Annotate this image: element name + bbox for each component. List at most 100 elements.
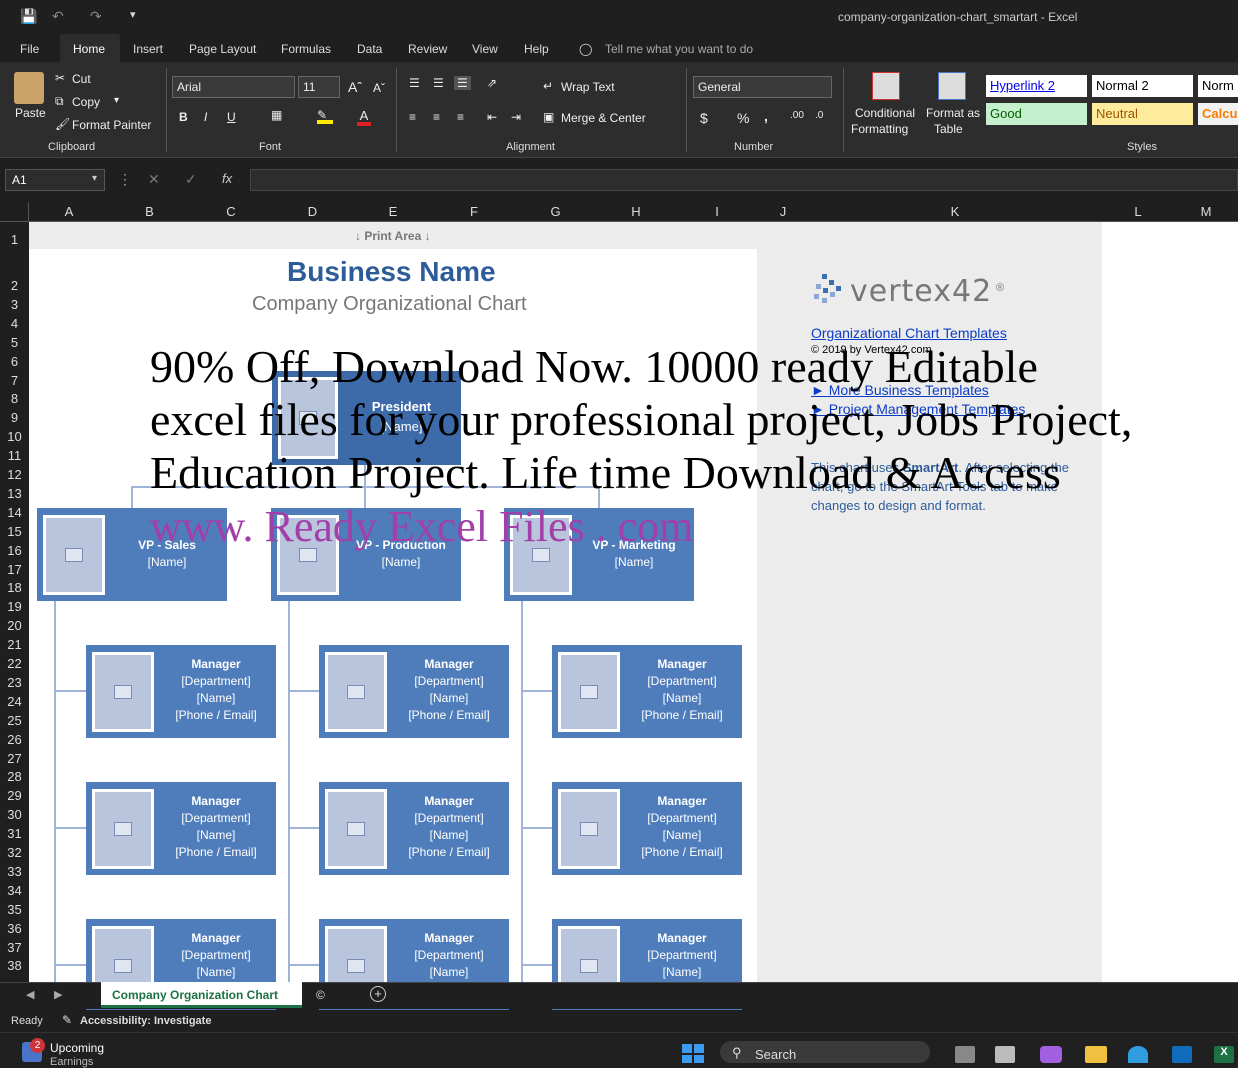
- row-header[interactable]: 17: [0, 562, 29, 577]
- org-chart-templates-link[interactable]: Organizational Chart Templates: [811, 325, 1007, 341]
- edge-icon[interactable]: [1128, 1046, 1148, 1063]
- row-header[interactable]: 34: [0, 883, 29, 898]
- row-header[interactable]: 35: [0, 902, 29, 917]
- accessibility-status[interactable]: Accessibility: Investigate: [80, 1015, 211, 1027]
- tab-file[interactable]: File: [20, 42, 39, 56]
- scroll-left-icon[interactable]: ◀: [26, 988, 34, 1001]
- calculator-icon[interactable]: [995, 1046, 1015, 1063]
- align-right-icon[interactable]: ≡: [457, 110, 464, 124]
- tab-help[interactable]: Help: [524, 42, 549, 56]
- row-header[interactable]: 19: [0, 599, 29, 614]
- conditional-formatting-label[interactable]: Conditional: [855, 106, 915, 120]
- taskbar-search[interactable]: [720, 1041, 930, 1063]
- increase-decimal-icon[interactable]: .00: [790, 110, 804, 121]
- decrease-decimal-icon[interactable]: .0: [815, 110, 823, 121]
- font-size-select[interactable]: 11: [298, 76, 340, 98]
- copilot-icon[interactable]: [1040, 1046, 1062, 1063]
- row-header[interactable]: 13: [0, 486, 29, 501]
- tab-insert[interactable]: Insert: [133, 42, 163, 56]
- row-header[interactable]: 27: [0, 751, 29, 766]
- scroll-right-icon[interactable]: ▶: [54, 988, 62, 1001]
- row-header[interactable]: 38: [0, 958, 29, 973]
- tab-page-layout[interactable]: Page Layout: [189, 42, 256, 56]
- row-header[interactable]: 37: [0, 940, 29, 955]
- cut-icon[interactable]: ✂: [55, 71, 65, 85]
- col-header-m[interactable]: M: [1174, 204, 1238, 219]
- style-calculation[interactable]: Calcu: [1198, 103, 1238, 125]
- save-icon[interactable]: 💾: [20, 8, 37, 25]
- widget-title[interactable]: Upcoming: [50, 1041, 104, 1055]
- tab-formulas[interactable]: Formulas: [281, 42, 331, 56]
- row-header[interactable]: 30: [0, 807, 29, 822]
- borders-icon[interactable]: ▦: [271, 108, 282, 122]
- col-header-k[interactable]: K: [808, 204, 1102, 219]
- customize-qat-icon[interactable]: ▾: [130, 8, 136, 21]
- format-as-table-label[interactable]: Format as: [926, 106, 980, 120]
- row-header[interactable]: 25: [0, 713, 29, 728]
- paste-icon[interactable]: [14, 72, 44, 104]
- cut-button[interactable]: Cut: [72, 72, 91, 86]
- style-neutral[interactable]: Neutral: [1092, 103, 1193, 125]
- decrease-indent-icon[interactable]: ⇤: [487, 110, 497, 124]
- business-name[interactable]: Business Name: [287, 256, 496, 288]
- sheet-tab-copyright[interactable]: ©: [316, 988, 325, 1002]
- row-header[interactable]: 20: [0, 618, 29, 633]
- font-color-icon[interactable]: A: [357, 108, 371, 126]
- row-header[interactable]: 31: [0, 826, 29, 841]
- accessibility-icon[interactable]: ✎: [62, 1013, 72, 1027]
- align-center-icon[interactable]: ≡: [433, 110, 440, 124]
- orientation-icon[interactable]: ⇗: [487, 76, 497, 90]
- manager-box[interactable]: Manager [Department] [Name] [Phone / Email]: [319, 645, 509, 738]
- font-name-select[interactable]: Arial: [172, 76, 295, 98]
- row-header[interactable]: 10: [0, 429, 29, 444]
- col-header-c[interactable]: C: [190, 204, 272, 219]
- merge-center-button[interactable]: Merge & Center: [561, 111, 646, 125]
- row-header[interactable]: 16: [0, 543, 29, 558]
- add-sheet-icon[interactable]: +: [370, 986, 386, 1002]
- manager-box[interactable]: Manager [Department] [Name] [Phone / Email]: [552, 782, 742, 875]
- bold-icon[interactable]: B: [179, 110, 188, 124]
- manager-box[interactable]: Manager [Department] [Name] [Phone / Email]: [552, 645, 742, 738]
- undo-icon[interactable]: ↶: [52, 8, 64, 25]
- format-painter-button[interactable]: Format Painter: [72, 118, 151, 132]
- tab-view[interactable]: View: [472, 42, 498, 56]
- row-header[interactable]: 21: [0, 637, 29, 652]
- align-top-icon[interactable]: ☰: [409, 76, 420, 90]
- currency-button[interactable]: $: [700, 110, 708, 126]
- name-box[interactable]: A1: [5, 169, 105, 191]
- decrease-font-icon[interactable]: Aˇ: [373, 81, 385, 95]
- row-header[interactable]: 24: [0, 694, 29, 709]
- outlook-icon[interactable]: [1172, 1046, 1192, 1063]
- copy-dropdown-icon[interactable]: ▾: [114, 95, 119, 106]
- row-header[interactable]: 8: [0, 391, 29, 406]
- row-header[interactable]: 14: [0, 505, 29, 520]
- tell-me-search[interactable]: Tell me what you want to do: [605, 42, 753, 56]
- merge-icon[interactable]: ▣: [543, 110, 554, 124]
- manager-box[interactable]: Manager [Department] [Name] [Phone / Email]: [319, 782, 509, 875]
- manager-box[interactable]: Manager [Department] [Name] [Phone / Email]: [86, 645, 276, 738]
- tab-data[interactable]: Data: [357, 42, 382, 56]
- row-header[interactable]: 11: [0, 448, 29, 463]
- align-bottom-icon[interactable]: ☰: [454, 76, 471, 90]
- sheet-tab-company-organization-chart[interactable]: Company Organization Chart: [112, 988, 278, 1002]
- tab-review[interactable]: Review: [408, 42, 447, 56]
- col-header-e[interactable]: E: [353, 204, 433, 219]
- manager-box[interactable]: Manager [Department] [Name] [Phone / Email]: [86, 782, 276, 875]
- copy-button[interactable]: Copy: [72, 95, 100, 109]
- row-header[interactable]: 3: [0, 297, 29, 312]
- increase-font-icon[interactable]: Aˆ: [348, 79, 362, 95]
- redo-icon[interactable]: ↷: [90, 8, 102, 25]
- insert-function-icon[interactable]: fx: [222, 171, 232, 186]
- style-normal-2[interactable]: Normal 2: [1092, 75, 1193, 97]
- col-header-l[interactable]: L: [1102, 204, 1174, 219]
- row-header[interactable]: 32: [0, 845, 29, 860]
- format-as-table-icon[interactable]: [938, 72, 966, 100]
- row-header[interactable]: 28: [0, 769, 29, 784]
- row-header[interactable]: 33: [0, 864, 29, 879]
- row-header[interactable]: 5: [0, 335, 29, 350]
- row-header[interactable]: 4: [0, 316, 29, 331]
- style-hyperlink-2[interactable]: Hyperlink 2: [986, 75, 1087, 97]
- vertex42-logo[interactable]: [812, 272, 846, 311]
- comma-button[interactable]: ,: [764, 108, 768, 124]
- row-header[interactable]: 6: [0, 354, 29, 369]
